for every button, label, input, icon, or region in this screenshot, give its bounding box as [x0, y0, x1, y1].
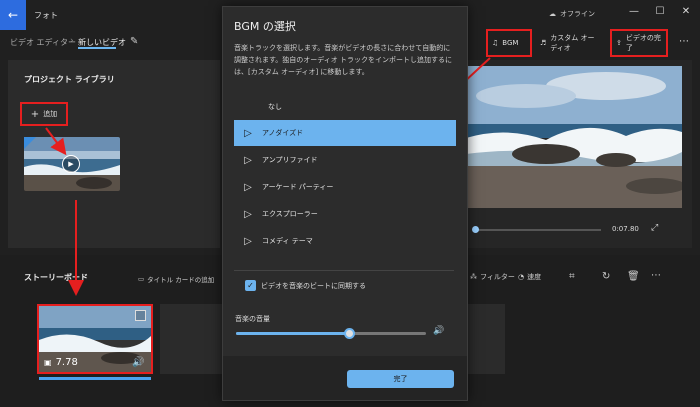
custom-audio-label: カスタム オーディオ	[550, 34, 595, 52]
cloud-offline-icon: ☁	[549, 10, 556, 18]
speed-button[interactable]: ◔ 速度	[518, 272, 541, 282]
thumbnail-corner-marker	[24, 137, 36, 149]
scrubber-handle[interactable]	[472, 226, 479, 233]
dialog-description: 音楽トラックを選択します。音楽がビデオの長さに合わせて自動的に調整されます。独自…	[234, 44, 453, 76]
play-track-icon[interactable]: ▷	[234, 209, 262, 220]
maximize-button[interactable]: ☐	[648, 2, 672, 20]
clip-progress-bar	[39, 377, 151, 380]
track-label: コメディ テーマ	[262, 237, 313, 245]
rotate-icon[interactable]: ↻	[602, 271, 610, 282]
seascape-preview-image	[466, 66, 682, 208]
breadcrumb-underline	[78, 47, 116, 49]
track-item[interactable]: ▷ アーケード パーティー	[234, 174, 456, 200]
app-title: フォト	[34, 11, 58, 20]
offline-status: ☁ オフライン	[549, 9, 595, 19]
play-icon[interactable]: ▶	[62, 155, 80, 173]
track-label: アノダイズド	[262, 129, 304, 137]
title-card-icon: ▭	[138, 275, 145, 283]
track-label: なし	[268, 103, 282, 111]
track-item[interactable]: ▷ エクスプローラー	[234, 201, 456, 227]
breadcrumb-separator: ›	[70, 36, 74, 46]
music-volume-label: 音楽の音量	[235, 315, 270, 323]
filters-button[interactable]: ⁂ フィルター	[470, 272, 515, 282]
volume-icon: 🔊	[433, 326, 445, 336]
crop-icon[interactable]: ⌗	[569, 271, 575, 282]
track-label: アーケード パーティー	[262, 183, 334, 191]
volume-slider-fill	[236, 332, 350, 335]
fullscreen-icon[interactable]: ⤢	[651, 223, 658, 233]
speed-label: 速度	[527, 273, 542, 281]
music-note-icon: ♫	[492, 39, 499, 47]
track-label: アンプリファイド	[262, 156, 318, 164]
clip-duration-value: 7.78	[55, 357, 78, 368]
add-media-button[interactable]: + 追加	[20, 102, 68, 126]
done-button[interactable]: 完了	[347, 370, 454, 388]
delete-icon[interactable]: 🗑	[627, 271, 640, 282]
track-item-selected[interactable]: ▷ アノダイズド	[234, 120, 456, 146]
playback-time: 0:07.80	[612, 225, 639, 233]
music-track-list[interactable]: なし ▷ アノダイズド ▷ アンプリファイド ▷ アーケード パーティー ▷ エ…	[234, 94, 458, 260]
custom-audio-icon: ♬	[540, 39, 547, 47]
export-icon: ⇪	[616, 39, 622, 47]
custom-audio-button[interactable]: ♬ カスタム オーディオ	[536, 29, 604, 57]
clip-volume-icon[interactable]: 🔊	[132, 357, 144, 368]
sync-to-beat-checkbox[interactable]: ✓	[245, 280, 256, 291]
storyboard-more-icon[interactable]: ⋯	[651, 270, 661, 281]
dialog-divider	[234, 270, 454, 271]
more-options-icon[interactable]: ⋯	[679, 36, 689, 47]
volume-slider-handle[interactable]	[344, 328, 355, 339]
track-item[interactable]: ▷ コメディ テーマ	[234, 228, 456, 254]
rename-pencil-icon[interactable]: ✎	[130, 36, 138, 47]
play-track-icon[interactable]: ▷	[234, 236, 262, 247]
add-label: 追加	[43, 110, 58, 118]
back-arrow-icon: ←	[7, 8, 19, 22]
offline-label: オフライン	[560, 10, 595, 18]
video-preview	[466, 66, 682, 208]
add-title-card-button[interactable]: ▭ タイトル カードの追加	[138, 274, 214, 284]
back-button[interactable]: ←	[0, 0, 26, 30]
sync-to-beat-label: ビデオを音楽のビートに同期する	[261, 282, 366, 290]
finish-video-label: ビデオの完了	[625, 34, 661, 52]
track-item[interactable]: ▷ アンプリファイド	[234, 147, 456, 173]
title-card-label: タイトル カードの追加	[147, 276, 215, 284]
maximize-icon: ☐	[655, 5, 665, 17]
minimize-icon: —	[629, 5, 639, 17]
clip-select-checkbox[interactable]	[135, 310, 146, 321]
plus-icon: +	[30, 108, 40, 120]
breadcrumb-video-editor[interactable]: ビデオ エディター	[10, 37, 76, 48]
play-track-icon[interactable]: ▷	[234, 155, 262, 166]
track-item-none[interactable]: なし	[234, 94, 456, 120]
filter-label: フィルター	[480, 273, 515, 281]
storyboard-title: ストーリーボード	[24, 273, 88, 282]
play-track-icon[interactable]: ▷	[234, 182, 262, 193]
bgm-button[interactable]: ♫ BGM	[486, 29, 532, 57]
project-library-title: プロジェクト ライブラリ	[24, 75, 115, 84]
track-label: エクスプローラー	[262, 210, 318, 218]
clip-image-icon: ▣	[44, 358, 52, 367]
close-button[interactable]: ✕	[674, 2, 698, 20]
playback-scrubber[interactable]	[476, 229, 601, 231]
dialog-title: BGM の選択	[234, 20, 296, 33]
checkmark-icon: ✓	[247, 281, 254, 290]
bgm-label: BGM	[502, 39, 519, 47]
finish-video-button[interactable]: ⇪ ビデオの完了	[610, 29, 668, 57]
speed-icon: ◔	[518, 273, 525, 281]
filter-icon: ⁂	[470, 273, 477, 281]
close-icon: ✕	[681, 5, 691, 17]
play-track-icon[interactable]: ▷	[234, 128, 262, 139]
minimize-button[interactable]: —	[622, 2, 646, 20]
clip-duration: ▣ 7.78	[44, 357, 78, 368]
